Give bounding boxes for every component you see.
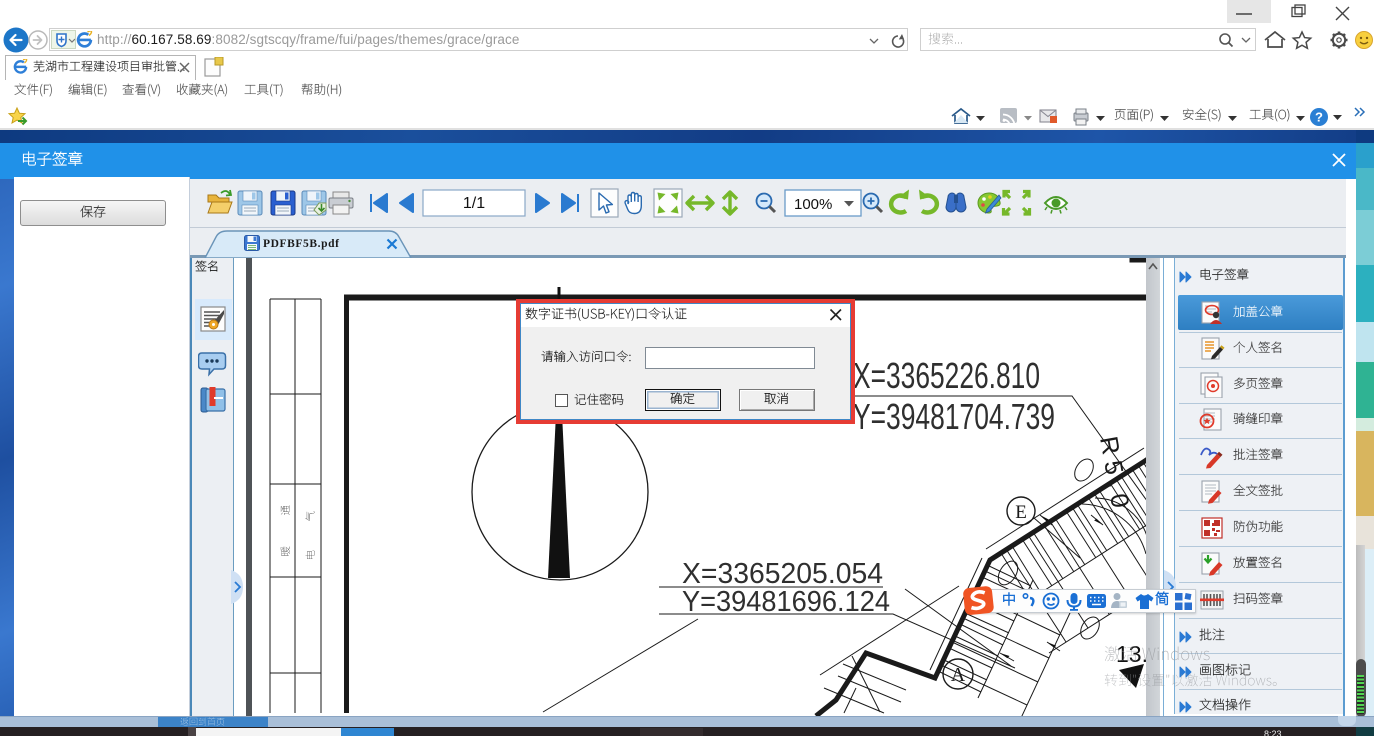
svg-text:A: A: [951, 664, 966, 686]
svg-text:1/1: 1/1: [463, 195, 485, 212]
svg-text:Y=39481696.124: Y=39481696.124: [682, 586, 890, 618]
svg-text:X=3365226.810: X=3365226.810: [853, 355, 1040, 396]
svg-text:100%: 100%: [794, 196, 832, 213]
svg-text:Y=39481704.739: Y=39481704.739: [853, 396, 1055, 437]
svg-text:?: ?: [1315, 110, 1323, 125]
svg-text:E: E: [1015, 502, 1027, 523]
